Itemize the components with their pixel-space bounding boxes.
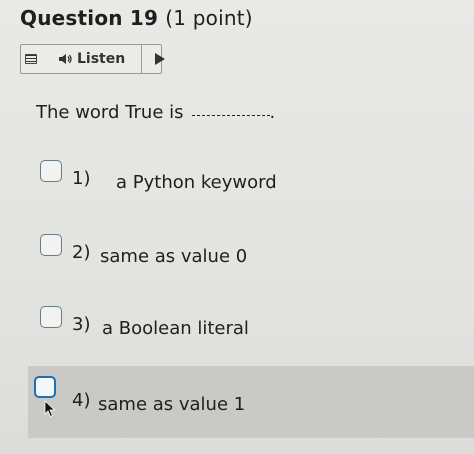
radio-option-4[interactable] [34, 376, 56, 398]
radio-option-2[interactable] [40, 234, 62, 256]
option-text-3: a Boolean literal [102, 318, 249, 339]
option-text-1: a Python keyword [116, 172, 277, 193]
play-icon[interactable] [155, 53, 165, 65]
listen-toolbar: Listen [20, 44, 165, 74]
answer-option-1[interactable]: 1) a Python keyword [0, 152, 474, 212]
prompt-end: . [269, 102, 276, 123]
menu-icon[interactable] [25, 54, 37, 64]
option-text-2: same as value 0 [100, 246, 248, 267]
answer-option-2[interactable]: 2) same as value 0 [0, 226, 474, 286]
answer-blank [191, 115, 270, 116]
question-title: Question 19 [20, 6, 159, 30]
option-number-3: 3) [72, 314, 91, 335]
option-number-4: 4) [72, 390, 91, 411]
option-number-1: 1) [72, 168, 91, 189]
answer-option-4[interactable]: 4) same as value 1 [28, 366, 474, 438]
question-prompt: The word True is. [36, 102, 275, 123]
listen-divider [141, 45, 142, 73]
listen-button[interactable]: Listen [77, 51, 125, 67]
radio-option-3[interactable] [40, 306, 62, 328]
speaker-icon[interactable] [57, 51, 73, 67]
answer-option-3[interactable]: 3) a Boolean literal [0, 298, 474, 358]
question-points: (1 point) [165, 6, 253, 30]
mouse-cursor-icon [44, 400, 56, 418]
option-number-2: 2) [72, 242, 91, 263]
radio-option-1[interactable] [40, 160, 62, 182]
prompt-text: The word True is [36, 102, 184, 123]
option-text-4: same as value 1 [98, 394, 246, 415]
quiz-page: Question 19 (1 point) Listen The word Tr… [0, 0, 474, 454]
question-header: Question 19 (1 point) [20, 6, 253, 30]
